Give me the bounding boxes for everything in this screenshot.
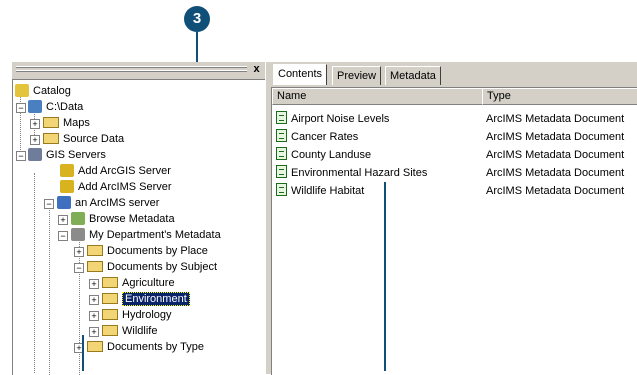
- tab-metadata[interactable]: Metadata: [385, 66, 441, 85]
- expand-icon[interactable]: +: [74, 247, 84, 257]
- tree-label-selected: Environment: [122, 292, 190, 306]
- tab-contents[interactable]: Contents: [273, 64, 328, 85]
- tree-node-browse-metadata[interactable]: Browse Metadata: [71, 211, 175, 227]
- list-item[interactable]: Wildlife Habitat: [272, 183, 364, 199]
- column-header-name[interactable]: Name: [272, 88, 483, 105]
- callout-leader-line: [82, 335, 84, 371]
- expand-icon[interactable]: +: [89, 327, 99, 337]
- collapse-icon[interactable]: −: [16, 103, 26, 113]
- tree-node-agriculture[interactable]: Agriculture: [102, 275, 175, 291]
- tree-node-documents-by-place[interactable]: Documents by Place: [87, 243, 208, 259]
- expand-icon[interactable]: +: [89, 295, 99, 305]
- column-header-type[interactable]: Type: [482, 88, 637, 105]
- collapse-icon[interactable]: −: [44, 199, 54, 209]
- tree-node-add-arcims-server[interactable]: Add ArcIMS Server: [60, 179, 172, 195]
- tab-bar: Contents Preview Metadata: [271, 62, 637, 87]
- tree-node-environment[interactable]: Environment: [102, 291, 190, 307]
- contents-list[interactable]: Name Type Airport Noise Levels ArcIMS Me…: [271, 87, 637, 375]
- callout-badge: 3: [184, 6, 210, 32]
- tree-label: Agriculture: [122, 277, 175, 289]
- folder-icon: [87, 245, 103, 256]
- metadata-document-icon: [276, 129, 287, 142]
- collapse-icon[interactable]: −: [16, 151, 26, 161]
- item-type: ArcIMS Metadata Document: [486, 131, 625, 143]
- metadata-document-icon: [276, 111, 287, 124]
- tree-node-add-arcgis-server[interactable]: Add ArcGIS Server: [60, 163, 171, 179]
- item-name: Wildlife Habitat: [291, 185, 365, 197]
- tree-label: GIS Servers: [46, 149, 106, 161]
- tree-label: Maps: [63, 117, 90, 129]
- list-item[interactable]: Cancer Rates: [272, 129, 358, 145]
- tree-node-catalog[interactable]: Catalog: [15, 83, 71, 99]
- tree-label: an ArcIMS server: [75, 197, 160, 209]
- folder-icon: [43, 117, 59, 128]
- collapse-icon[interactable]: −: [74, 263, 84, 273]
- tree-node-hydrology[interactable]: Hydrology: [102, 307, 172, 323]
- folder-connection-icon: [28, 100, 42, 113]
- tree-node-my-department-metadata[interactable]: My Department's Metadata: [71, 227, 221, 243]
- tree-label: My Department's Metadata: [89, 229, 221, 241]
- tree-label: Hydrology: [122, 309, 172, 321]
- metadata-document-icon: [276, 183, 287, 196]
- metadata-service-icon: [71, 212, 85, 225]
- metadata-document-icon: [276, 165, 287, 178]
- catalog-tree-pane[interactable]: Catalog − C:\Data + Maps + Source Data −…: [12, 62, 266, 375]
- tree-label: Catalog: [33, 85, 71, 97]
- tree-label: Documents by Type: [107, 341, 205, 353]
- item-type: ArcIMS Metadata Document: [486, 149, 625, 161]
- expand-icon[interactable]: +: [58, 215, 68, 225]
- tree-label: Add ArcIMS Server: [78, 181, 172, 193]
- tree-label: C:\Data: [46, 101, 84, 113]
- list-item[interactable]: Airport Noise Levels: [272, 111, 389, 127]
- list-item[interactable]: County Landuse: [272, 147, 371, 163]
- item-name: Environmental Hazard Sites: [291, 167, 428, 179]
- tree-node-wildlife[interactable]: Wildlife: [102, 323, 157, 339]
- tree-label: Documents by Place: [107, 245, 208, 257]
- expand-icon[interactable]: +: [30, 135, 40, 145]
- tree-node-documents-by-subject[interactable]: Documents by Subject: [87, 259, 217, 275]
- expand-icon[interactable]: +: [30, 119, 40, 129]
- close-pane-button[interactable]: x: [250, 63, 263, 76]
- folder-icon: [102, 309, 118, 320]
- item-type: ArcIMS Metadata Document: [486, 185, 625, 197]
- metadata-explorer-icon: [71, 228, 85, 241]
- tree-label: Source Data: [63, 133, 125, 145]
- tree-label: Wildlife: [122, 325, 158, 337]
- server-icon: [57, 196, 71, 209]
- item-name: County Landuse: [291, 149, 372, 161]
- tree-node-gis-servers[interactable]: GIS Servers: [28, 147, 106, 163]
- open-folder-icon: [87, 261, 103, 272]
- folder-icon: [43, 133, 59, 144]
- add-server-icon: [60, 164, 74, 177]
- metadata-document-icon: [276, 147, 287, 160]
- item-name: Cancer Rates: [291, 131, 359, 143]
- tree-label: Browse Metadata: [89, 213, 175, 225]
- tree-node-documents-by-type[interactable]: Documents by Type: [87, 339, 204, 355]
- list-item[interactable]: Environmental Hazard Sites: [272, 165, 427, 181]
- collapse-icon[interactable]: −: [58, 231, 68, 241]
- expand-icon[interactable]: +: [89, 311, 99, 321]
- tree-node-c-data[interactable]: C:\Data: [28, 99, 83, 115]
- item-type: ArcIMS Metadata Document: [486, 167, 625, 179]
- tree-node-maps[interactable]: Maps: [43, 115, 90, 131]
- tree-label: Documents by Subject: [107, 261, 218, 273]
- callout-leader-line: [384, 182, 386, 371]
- folder-icon: [102, 277, 118, 288]
- catalog-pane-header[interactable]: x: [12, 62, 265, 80]
- folder-icon: [87, 341, 103, 352]
- open-folder-icon: [102, 293, 118, 304]
- item-type: ArcIMS Metadata Document: [486, 113, 625, 125]
- tree-node-arcims-server[interactable]: an ArcIMS server: [57, 195, 159, 211]
- add-server-icon: [60, 180, 74, 193]
- gis-servers-icon: [28, 148, 42, 161]
- tree-node-source-data[interactable]: Source Data: [43, 131, 124, 147]
- tree-label: Add ArcGIS Server: [78, 165, 171, 177]
- item-name: Airport Noise Levels: [291, 113, 390, 125]
- catalog-icon: [15, 84, 29, 97]
- expand-icon[interactable]: +: [89, 279, 99, 289]
- folder-icon: [102, 325, 118, 336]
- tab-preview[interactable]: Preview: [332, 66, 382, 85]
